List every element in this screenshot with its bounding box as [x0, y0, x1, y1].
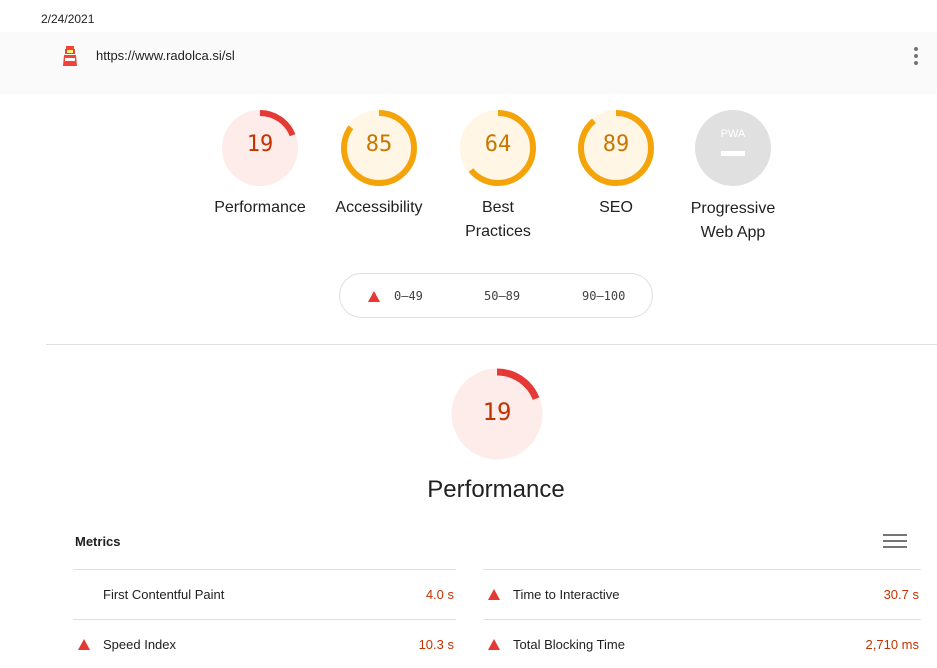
metric-value: 4.0 s — [425, 587, 454, 602]
metric-row: Time to Interactive 30.7 s — [483, 569, 921, 618]
performance-big-gauge: 19 — [451, 368, 543, 460]
report-header — [0, 32, 937, 94]
lighthouse-icon — [63, 46, 77, 66]
gauge-score: 19 — [246, 132, 274, 157]
fail-triangle-icon — [488, 589, 500, 600]
gauge-best-practices[interactable]: 64 Best Practices — [443, 109, 553, 244]
metric-name: Speed Index — [103, 637, 177, 652]
legend-average-range: 50–89 — [484, 289, 521, 303]
gauge-score: 64 — [484, 132, 512, 157]
score-scale-legend: 0–49 50–89 90–100 — [339, 273, 653, 318]
metric-row: First Contentful Paint 4.0 s — [73, 569, 456, 618]
gauge-score: 89 — [602, 132, 630, 157]
report-url[interactable]: https://www.radolca.si/sl — [96, 48, 235, 63]
report-date: 2/24/2021 — [41, 12, 95, 26]
gauge-pwa[interactable]: PWA Progressive Web App — [673, 109, 793, 245]
metric-value: 10.3 s — [418, 637, 454, 652]
gauge-label: Performance — [214, 199, 306, 216]
metric-name: Total Blocking Time — [513, 637, 625, 652]
section-divider — [46, 344, 937, 345]
fail-triangle-icon — [368, 291, 380, 302]
gauge-performance[interactable]: 19 Performance — [205, 109, 315, 220]
gauge-label-line: Practices — [465, 223, 531, 240]
gauge-label: Progressive Web App — [673, 197, 793, 245]
legend-pass-range: 90–100 — [582, 289, 626, 303]
gauge-label-line: Web App — [700, 224, 766, 241]
gauge-label: Best Practices — [443, 196, 553, 244]
metric-row: Speed Index 10.3 s — [73, 619, 456, 668]
pwa-badge-icon: PWA — [695, 110, 771, 186]
metric-name: Time to Interactive — [513, 587, 620, 602]
fail-triangle-icon — [78, 639, 90, 650]
gauge-seo[interactable]: 89 SEO — [561, 109, 671, 220]
performance-big-score: 19 — [482, 398, 512, 426]
legend-fail-range: 0–49 — [394, 289, 423, 303]
metrics-heading: Metrics — [75, 534, 121, 549]
metric-value: 30.7 s — [883, 587, 919, 602]
metric-value: 2,710 ms — [865, 637, 919, 652]
gauge-label-line: Best — [481, 199, 514, 216]
metric-name: First Contentful Paint — [103, 587, 225, 602]
gauge-label: Accessibility — [335, 199, 423, 216]
kebab-menu-icon[interactable] — [908, 44, 924, 68]
gauge-label-line: Progressive — [690, 200, 776, 217]
metric-row: Total Blocking Time 2,710 ms — [483, 619, 921, 668]
performance-section-title: Performance — [427, 476, 565, 503]
gauge-score: 85 — [365, 132, 393, 157]
pwa-badge-text: PWA — [721, 128, 746, 140]
view-toggle-icon[interactable] — [883, 534, 907, 552]
gauge-accessibility[interactable]: 85 Accessibility — [319, 109, 439, 220]
pass-circle-icon — [570, 292, 580, 302]
gauge-label: SEO — [599, 199, 633, 216]
fail-triangle-icon — [488, 639, 500, 650]
